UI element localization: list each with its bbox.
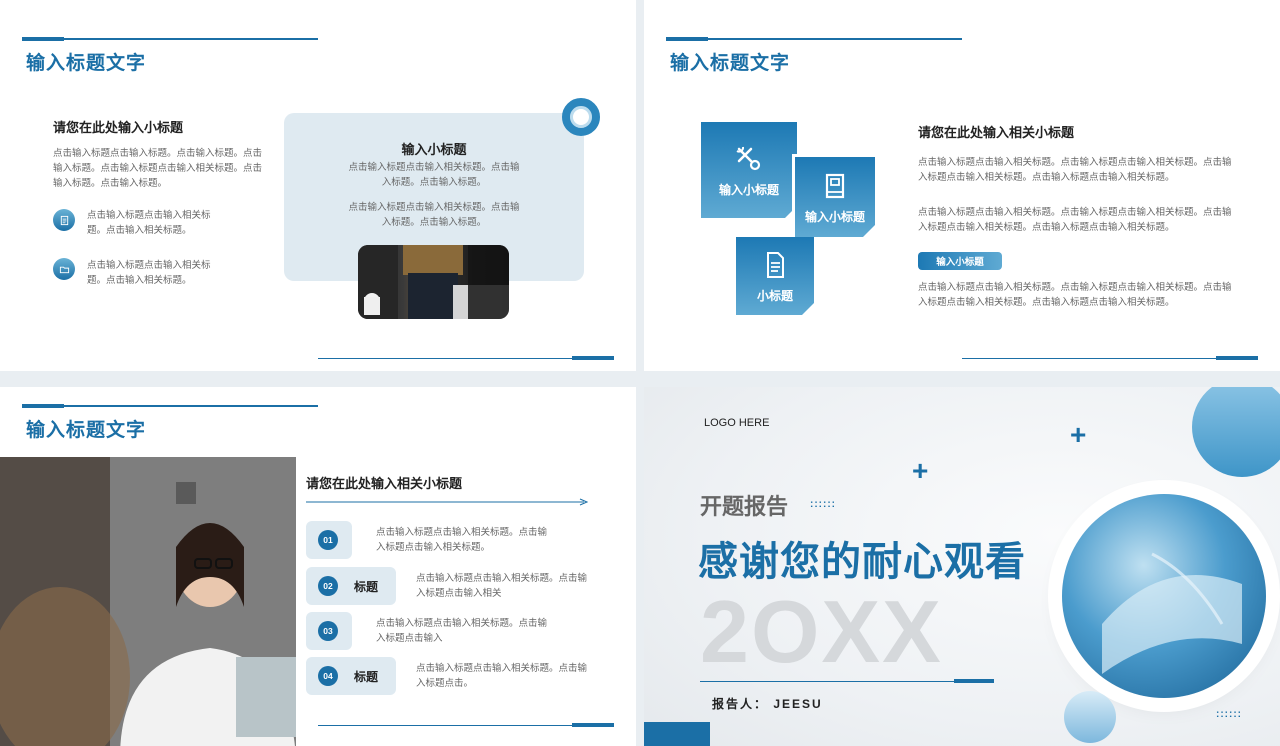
subtitle: 请您在此处输入相关小标题 [918, 125, 1075, 140]
step-chip: 03 [306, 612, 352, 650]
step-label: 标题 [354, 670, 379, 684]
step-label: 标题 [354, 580, 379, 594]
step-text: 点击输入标题点击输入相关标题。点击输入标题点击。 [416, 663, 588, 689]
document-icon [53, 209, 75, 231]
bottom-rule [318, 356, 614, 360]
tile-book[interactable]: 输入小标题 [792, 154, 878, 240]
office-photo [358, 245, 509, 319]
plus-icon: + [1070, 419, 1087, 450]
bottom-rule [318, 723, 614, 727]
slide-title: 输入标题文字 [26, 420, 147, 441]
corner-block [644, 722, 710, 746]
plus-icon: + [912, 455, 929, 486]
tile-document[interactable]: 小标题 [736, 237, 814, 315]
list-item-text: 点击输入标题点击输入相关标题。点击输入相关标题。 [87, 210, 211, 236]
paragraph: 点击输入标题点击输入相关标题。点击输入标题点击输入相关标题。点击输入标题点击输入… [918, 282, 1232, 308]
step-number: 02 [318, 576, 338, 596]
slide-2[interactable]: 输入标题文字 输入小标题 输入小标题 小标题 请您在此处输入相关小标题 点击输入… [644, 0, 1280, 371]
reporter: 报告人： JEESU [712, 697, 823, 711]
tile-label: 输入小标题 [718, 182, 779, 197]
slide-3[interactable]: 输入标题文字 请您在此处输入相关小标题 01 点击输入标题点击输入相关标题。点击… [0, 387, 636, 746]
step-text: 点击输入标题点击输入相关标题。点击输入标题点击输入相关标题。 [376, 527, 548, 553]
headline-rule-accent [954, 679, 994, 683]
book-photo-circle [1062, 494, 1266, 698]
subtitle: 请您在此处输入小标题 [53, 120, 184, 135]
logo-text: LOGO HERE [704, 417, 770, 429]
decorative-ring [562, 98, 600, 136]
step-number: 03 [318, 621, 338, 641]
card-title: 输入小标题 [401, 142, 467, 157]
step-text: 点击输入标题点击输入相关标题。点击输入标题点击输入 [376, 618, 548, 644]
tile-label: 小标题 [756, 288, 793, 303]
dots-decoration: :::::: [1216, 709, 1242, 720]
intro-text: 点击输入标题点击输入标题。点击输入标题。点击输入标题。点击输入标题点击输入相关标… [53, 148, 263, 189]
tools-icon [736, 146, 761, 170]
kicker: 开题报告 [700, 494, 789, 519]
step-chip: 02 标题 [306, 567, 396, 605]
step-chip: 01 [306, 521, 352, 559]
folder-icon [53, 258, 75, 280]
subtitle-pill: 输入小标题 [918, 252, 1002, 270]
step-text: 点击输入标题点击输入相关标题。点击输入标题点击输入相关 [416, 573, 588, 599]
tile-label: 输入小标题 [804, 209, 865, 224]
arrow-rule [306, 498, 588, 506]
year: 2OXX [700, 582, 943, 681]
step-number: 04 [318, 666, 338, 686]
step-chip: 04 标题 [306, 657, 396, 695]
bottom-rule [962, 356, 1258, 360]
dots-decoration: :::::: [810, 499, 836, 510]
book-icon [825, 173, 845, 198]
title-rule [22, 404, 318, 408]
step-number: 01 [318, 530, 338, 550]
slide-title: 输入标题文字 [26, 53, 147, 74]
woman-working-photo [0, 457, 296, 746]
headline-rule [700, 681, 994, 682]
subtitle: 请您在此处输入相关小标题 [306, 476, 463, 491]
title-rule [666, 37, 962, 41]
paragraph: 点击输入标题点击输入相关标题。点击输入标题点击输入相关标题。点击输入标题点击输入… [918, 157, 1232, 183]
slide-4[interactable]: + + LOGO HERE 开题报告 :::::: 感谢您的耐心观看 2OXX … [644, 387, 1280, 746]
paragraph: 点击输入标题点击输入相关标题。点击输入标题点击输入相关标题。点击输入标题点击输入… [918, 207, 1232, 233]
tile-tools[interactable]: 输入小标题 [701, 122, 797, 218]
document-icon [767, 251, 784, 278]
slide-title: 输入标题文字 [670, 53, 791, 74]
title-rule [22, 37, 318, 41]
decorative-circle [1064, 691, 1116, 743]
headline: 感谢您的耐心观看 [698, 540, 1026, 584]
list-item-text: 点击输入标题点击输入相关标题。点击输入相关标题。 [87, 260, 211, 286]
slide-1[interactable]: 输入标题文字 请您在此处输入小标题 点击输入标题点击输入标题。点击输入标题。点击… [0, 0, 636, 371]
card-text: 点击输入标题点击输入相关标题。点击输入标题。点击输入标题。 [348, 202, 520, 228]
card-text: 点击输入标题点击输入相关标题。点击输入标题。点击输入标题。 [348, 162, 520, 188]
